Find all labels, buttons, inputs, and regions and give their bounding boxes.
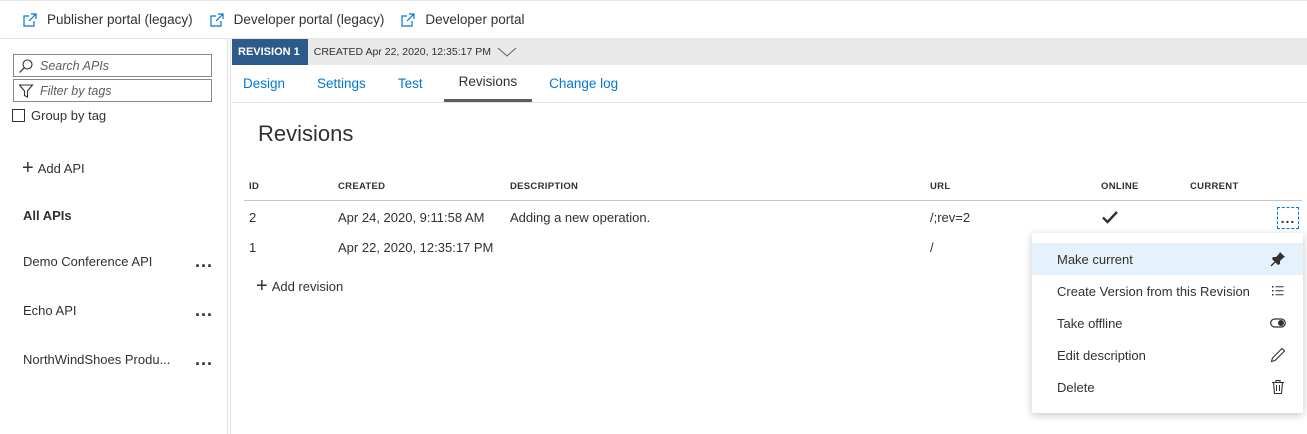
column-header-online: ONLINE bbox=[1101, 181, 1139, 192]
link-label: Publisher portal (legacy) bbox=[47, 12, 193, 27]
menu-item-label: Make current bbox=[1057, 251, 1133, 267]
tab-revisions[interactable]: Revisions bbox=[443, 64, 533, 102]
external-link-icon bbox=[209, 12, 225, 28]
api-name: Echo API bbox=[23, 302, 77, 318]
group-by-tag-checkbox[interactable] bbox=[12, 109, 25, 122]
column-header-created: CREATED bbox=[338, 181, 386, 192]
menu-item-label: Delete bbox=[1057, 379, 1095, 395]
revision-tag: REVISION 1 bbox=[232, 39, 308, 65]
add-revision-label: Add revision bbox=[271, 278, 344, 294]
revision-created: Apr 22, 2020, 12:35:17 PM bbox=[338, 240, 494, 255]
revision-url: /;rev=2 bbox=[930, 210, 971, 225]
page-title: Revisions bbox=[258, 121, 354, 146]
revisions-table-header: ID CREATED DESCRIPTION URL ONLINE CURREN… bbox=[244, 176, 1302, 201]
pin-icon bbox=[1270, 251, 1286, 267]
tab-design[interactable]: Design bbox=[232, 65, 296, 102]
chevron-down-icon bbox=[497, 46, 517, 58]
menu-item-take-offline[interactable]: Take offline bbox=[1032, 307, 1303, 339]
all-apis-heading: All APIs bbox=[23, 208, 72, 223]
link-label: Developer portal (legacy) bbox=[233, 12, 385, 27]
revision-created-label: CREATED Apr 22, 2020, 12:35:17 PM bbox=[313, 46, 491, 58]
search-icon bbox=[18, 58, 34, 74]
column-header-id: ID bbox=[249, 181, 260, 192]
more-options-icon[interactable]: ... bbox=[195, 252, 213, 270]
menu-item-make-current[interactable]: Make current bbox=[1032, 243, 1303, 275]
plus-icon: + bbox=[256, 275, 268, 297]
pencil-icon bbox=[1270, 347, 1286, 363]
api-name: NorthWindShoes Produ... bbox=[23, 351, 171, 367]
list-icon bbox=[1270, 283, 1286, 299]
external-link-icon bbox=[22, 12, 38, 28]
revision-description: Adding a new operation. bbox=[510, 210, 651, 225]
column-header-url: URL bbox=[930, 181, 951, 192]
menu-item-label: Take offline bbox=[1057, 315, 1123, 331]
more-options-icon[interactable]: ... bbox=[195, 301, 213, 319]
menu-item-label: Create Version from this Revision bbox=[1057, 283, 1250, 299]
add-api-button[interactable]: + Add API bbox=[22, 158, 85, 178]
toggle-icon bbox=[1270, 315, 1286, 331]
menu-item-delete[interactable]: Delete bbox=[1032, 371, 1303, 403]
trash-icon bbox=[1270, 379, 1286, 395]
menu-item-edit-description[interactable]: Edit description bbox=[1032, 339, 1303, 371]
checkmark-icon bbox=[1102, 210, 1118, 224]
link-label: Developer portal bbox=[425, 12, 525, 27]
column-header-description: DESCRIPTION bbox=[510, 181, 579, 192]
menu-item-label: Edit description bbox=[1057, 347, 1146, 363]
column-header-current: CURRENT bbox=[1190, 181, 1239, 192]
external-link-icon bbox=[400, 12, 416, 28]
revision-created: Apr 24, 2020, 9:11:58 AM bbox=[338, 210, 485, 225]
group-by-tag-row[interactable]: Group by tag bbox=[12, 108, 106, 123]
add-api-label: Add API bbox=[37, 160, 85, 176]
revision-context-menu: Make current Create Version from this Re… bbox=[1032, 233, 1303, 413]
tab-change-log[interactable]: Change log bbox=[538, 65, 629, 102]
api-list-item[interactable]: Demo Conference API ... bbox=[23, 252, 213, 270]
divider bbox=[230, 39, 231, 434]
row-more-options-button[interactable]: ... bbox=[1277, 207, 1299, 229]
more-options-icon[interactable]: ... bbox=[195, 350, 213, 368]
filter-tags-input[interactable] bbox=[40, 83, 210, 98]
revision-id: 1 bbox=[249, 240, 257, 255]
filter-tags-box[interactable] bbox=[13, 79, 212, 102]
menu-item-create-version[interactable]: Create Version from this Revision bbox=[1032, 275, 1303, 307]
tab-settings[interactable]: Settings bbox=[306, 65, 377, 102]
revision-id: 2 bbox=[249, 210, 257, 225]
revision-selector[interactable]: CREATED Apr 22, 2020, 12:35:17 PM bbox=[314, 46, 517, 58]
filter-icon bbox=[18, 83, 34, 99]
publisher-portal-legacy-link[interactable]: Publisher portal (legacy) bbox=[22, 12, 193, 28]
revision-url: / bbox=[930, 240, 934, 255]
plus-icon: + bbox=[22, 157, 34, 179]
search-apis-input[interactable] bbox=[40, 58, 210, 73]
search-apis-box[interactable] bbox=[13, 54, 212, 77]
developer-portal-link[interactable]: Developer portal bbox=[400, 12, 524, 28]
group-by-tag-label: Group by tag bbox=[31, 108, 107, 123]
developer-portal-legacy-link[interactable]: Developer portal (legacy) bbox=[209, 12, 385, 28]
table-row[interactable]: 2 Apr 24, 2020, 9:11:58 AM Adding a new … bbox=[244, 202, 1302, 232]
api-sidebar: Group by tag + Add API All APIs Demo Con… bbox=[0, 39, 228, 434]
revision-bar: REVISION 1 CREATED Apr 22, 2020, 12:35:1… bbox=[232, 39, 1307, 65]
api-list-item[interactable]: Echo API ... bbox=[23, 301, 213, 319]
tab-test[interactable]: Test bbox=[387, 65, 434, 102]
api-tabs: Design Settings Test Revisions Change lo… bbox=[232, 65, 1307, 103]
api-list-item[interactable]: NorthWindShoes Produ... ... bbox=[23, 350, 213, 368]
add-revision-button[interactable]: + Add revision bbox=[256, 276, 343, 296]
top-link-bar: Publisher portal (legacy) Developer port… bbox=[0, 0, 1307, 39]
api-name: Demo Conference API bbox=[23, 253, 153, 269]
